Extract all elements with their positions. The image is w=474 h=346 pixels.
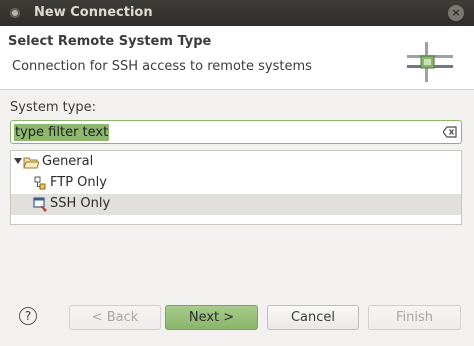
close-window-button[interactable]: × xyxy=(448,5,464,21)
filter-input[interactable]: type filter text xyxy=(10,120,462,144)
tree-item-ftp[interactable]: FTP Only xyxy=(11,173,461,194)
title-bar: New Connection × xyxy=(0,0,474,26)
back-button[interactable]: < Back xyxy=(69,305,161,330)
tree-item-label: SSH Only xyxy=(50,196,111,211)
system-type-label: System type: xyxy=(10,100,97,115)
clear-text-icon[interactable] xyxy=(443,126,457,138)
cancel-button[interactable]: Cancel xyxy=(267,305,359,330)
wizard-header: Select Remote System Type Connection for… xyxy=(0,26,474,90)
window-title: New Connection xyxy=(34,5,153,20)
window-menu-icon[interactable] xyxy=(10,8,20,18)
page-title: Select Remote System Type xyxy=(8,34,212,49)
next-button[interactable]: Next > xyxy=(165,305,258,330)
tree-item-ssh[interactable]: SSH Only xyxy=(11,194,461,215)
system-type-tree[interactable]: General FTP Only SSH Only xyxy=(10,150,462,225)
page-description: Connection for SSH access to remote syst… xyxy=(12,59,312,74)
finish-button[interactable]: Finish xyxy=(368,305,461,330)
help-button[interactable]: ? xyxy=(19,307,37,325)
tree-group-label: General xyxy=(42,154,94,169)
tree-group-general[interactable]: General xyxy=(11,152,461,173)
folder-open-icon xyxy=(23,157,39,169)
ftp-icon xyxy=(34,176,46,190)
network-connection-icon xyxy=(407,42,453,82)
filter-text[interactable]: type filter text xyxy=(14,124,110,141)
tree-item-label: FTP Only xyxy=(50,175,107,190)
ssh-icon xyxy=(33,197,47,212)
expand-arrow-icon[interactable] xyxy=(14,158,22,164)
